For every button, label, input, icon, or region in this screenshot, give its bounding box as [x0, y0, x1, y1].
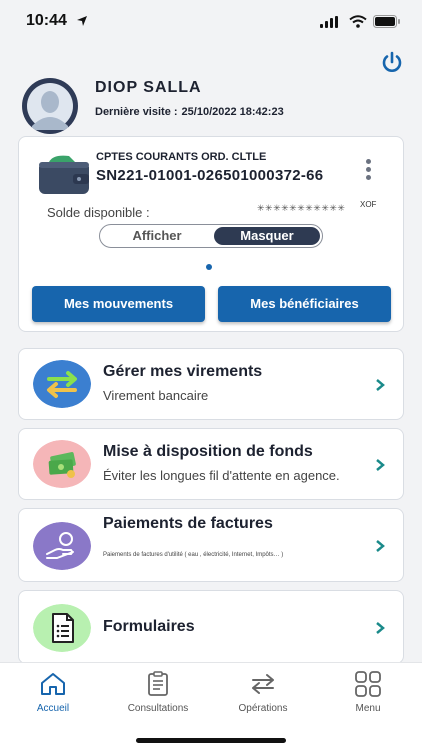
- menu-item-title: Paiements de factures: [103, 515, 273, 532]
- my-beneficiaries-button[interactable]: Mes bénéficiaires: [218, 286, 391, 322]
- menu-item-forms[interactable]: Formulaires: [18, 590, 404, 664]
- menu-item-title: Mise à disposition de fonds: [103, 443, 313, 460]
- bottom-tab-bar: Accueil Consultations Opérations Menu: [0, 662, 422, 750]
- swap-arrows-icon: [252, 674, 274, 694]
- tab-label: Opérations: [238, 703, 288, 714]
- location-arrow-icon: [77, 16, 87, 26]
- menu-item-bill-payments[interactable]: Paiements de factures Paiements de factu…: [18, 508, 404, 582]
- tab-menu[interactable]: Menu: [323, 671, 413, 714]
- chevron-right-icon: [376, 459, 385, 471]
- balance-label: Solde disponible :: [47, 205, 150, 220]
- show-balance-option[interactable]: Afficher: [103, 227, 211, 245]
- currency: XOF: [360, 200, 377, 209]
- tab-label: Accueil: [36, 703, 70, 714]
- user-name: DIOP SALLA: [95, 79, 202, 96]
- tab-operations[interactable]: Opérations: [218, 671, 308, 714]
- wifi-icon: [349, 15, 367, 28]
- menu-item-transfers[interactable]: Gérer mes virements Virement bancaire: [18, 348, 404, 420]
- user-silhouette-icon: [23, 79, 77, 133]
- balance-visibility-toggle[interactable]: Afficher Masquer: [99, 224, 323, 248]
- hand-payment-icon: [33, 522, 91, 570]
- wallet-icon: [39, 155, 89, 194]
- home-icon: [41, 673, 65, 695]
- power-logout-icon[interactable]: [380, 50, 404, 74]
- tab-home[interactable]: Accueil: [8, 671, 98, 714]
- document-form-icon: [33, 604, 91, 652]
- account-options-icon[interactable]: [361, 159, 375, 185]
- avatar: [22, 78, 78, 134]
- account-card: CPTES COURANTS ORD. CLTLE SN221-01001-02…: [18, 136, 404, 332]
- chevron-right-icon: [376, 622, 385, 634]
- tab-label: Menu: [355, 703, 381, 714]
- status-bar: 10:44: [0, 0, 422, 44]
- cash-money-icon: [33, 440, 91, 488]
- menu-item-subtitle: Virement bancaire: [103, 388, 209, 403]
- menu-item-funds-availability[interactable]: Mise à disposition de fonds Éviter les l…: [18, 428, 404, 500]
- cellular-signal-icon: [320, 16, 338, 28]
- grid-icon: [355, 671, 381, 697]
- my-movements-button[interactable]: Mes mouvements: [32, 286, 205, 322]
- last-visit-value: 25/10/2022 18:42:23: [181, 106, 284, 118]
- last-visit-label: Dernière visite :: [95, 106, 178, 118]
- chevron-right-icon: [376, 379, 385, 391]
- account-number: SN221-01001-026501000372-66: [96, 167, 324, 184]
- clipboard-icon: [148, 671, 168, 696]
- menu-item-subtitle: Paiements de factures d'utilité ( eau , …: [103, 552, 284, 558]
- menu-item-title: Formulaires: [103, 618, 195, 635]
- menu-item-subtitle: Éviter les longues fil d'attente en agen…: [103, 468, 340, 483]
- menu-item-title: Gérer mes virements: [103, 363, 263, 380]
- battery-icon: [373, 15, 400, 28]
- home-indicator: [136, 738, 286, 743]
- tab-label: Consultations: [127, 703, 189, 714]
- status-time: 10:44: [26, 12, 67, 29]
- chevron-right-icon: [376, 540, 385, 552]
- balance-masked: ✳✳✳✳✳✳✳✳✳✳✳: [257, 203, 346, 213]
- tab-consultations[interactable]: Consultations: [113, 671, 203, 714]
- page-indicator: [206, 264, 212, 270]
- last-visit: Dernière visite :25/10/2022 18:42:23: [95, 106, 288, 118]
- transfer-arrows-icon: [33, 360, 91, 408]
- hide-balance-option[interactable]: Masquer: [214, 227, 320, 245]
- account-type: CPTES COURANTS ORD. CLTLE: [96, 151, 267, 163]
